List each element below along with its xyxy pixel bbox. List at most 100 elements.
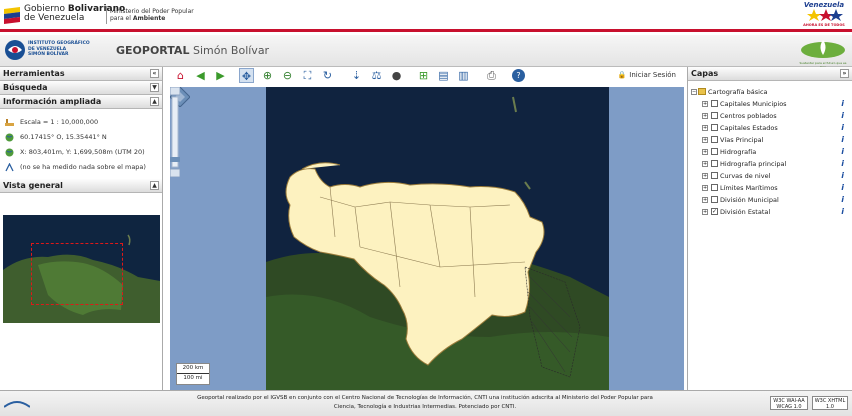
title-bold: GEOPORTAL xyxy=(116,44,190,57)
login-link[interactable]: 🔒 Iniciar Sesión xyxy=(618,71,676,79)
layer-info-icon[interactable]: i xyxy=(841,146,844,158)
add-layer-icon[interactable]: ⊞ xyxy=(416,68,431,83)
layer-checkbox[interactable] xyxy=(711,172,718,179)
expand-icon[interactable]: + xyxy=(702,161,708,167)
info-toggle-button[interactable]: ▲ xyxy=(150,97,159,106)
help-icon[interactable]: ? xyxy=(512,69,525,82)
layer-item[interactable]: + Curvas de nivel i xyxy=(688,170,852,182)
layer-item[interactable]: + Hidrografía i xyxy=(688,146,852,158)
search-header[interactable]: Búsqueda ▼ xyxy=(0,81,162,95)
layer-group-root[interactable]: − Cartografía básica xyxy=(688,86,852,98)
overview-toggle-button[interactable]: ▲ xyxy=(150,181,159,190)
home-icon[interactable]: ⌂ xyxy=(173,68,188,83)
expand-icon[interactable]: + xyxy=(702,149,708,155)
collapse-icon[interactable]: − xyxy=(691,89,697,95)
layer-checkbox[interactable] xyxy=(711,112,718,119)
portal-header: INSTITUTO GEOGRÁFICO DE VENEZUELA SIMÓN … xyxy=(0,35,852,69)
pan-icon[interactable]: ✥ xyxy=(239,68,254,83)
layers-header[interactable]: Capas » xyxy=(688,67,852,81)
venezuela-flag-icon xyxy=(4,7,20,24)
utm-coords-row: X: 803,401m, Y: 1,699,508m (UTM 20) xyxy=(0,145,162,160)
layer-checkbox[interactable] xyxy=(711,100,718,107)
layer-label: Hidrografía principal xyxy=(720,160,787,168)
open-folder-icon[interactable]: ▤ xyxy=(436,68,451,83)
scale-text: Escala = 1 : 10,000,000 xyxy=(20,118,99,126)
expand-icon[interactable]: + xyxy=(702,113,708,119)
info-title: Información ampliada xyxy=(3,97,102,106)
zoom-slider[interactable] xyxy=(170,87,180,177)
wcag-badge[interactable]: W3C WAI-AA WCAG 1.0 xyxy=(770,396,808,410)
forward-arrow-icon[interactable]: ▶ xyxy=(213,68,228,83)
expand-icon[interactable]: + xyxy=(702,185,708,191)
expand-icon[interactable]: + xyxy=(702,125,708,131)
layer-info-icon[interactable]: i xyxy=(841,206,844,218)
layer-info-icon[interactable]: i xyxy=(841,170,844,182)
layer-label: División Municipal xyxy=(720,196,779,204)
layer-checkbox[interactable] xyxy=(711,136,718,143)
layers-panel: Capas » − Cartografía básica + Capitales … xyxy=(687,67,852,390)
eco-logo: Sustentar para el futuro que es hoy xyxy=(798,37,848,69)
measure-icon[interactable]: ⚖ xyxy=(369,68,384,83)
expand-icon[interactable]: + xyxy=(702,173,708,179)
info-header[interactable]: Información ampliada ▲ xyxy=(0,95,162,109)
government-bar: Gobierno Bolivariano de Venezuela Minist… xyxy=(0,0,852,32)
select-icon[interactable]: ⇣ xyxy=(349,68,364,83)
layer-item[interactable]: + División Municipal i xyxy=(688,194,852,206)
expand-icon[interactable]: + xyxy=(702,101,708,107)
expand-icon[interactable]: + xyxy=(702,197,708,203)
info-icon[interactable]: ● xyxy=(389,68,404,83)
back-arrow-icon[interactable]: ◀ xyxy=(193,68,208,83)
expand-icon[interactable]: + xyxy=(702,137,708,143)
layer-label: División Estatal xyxy=(720,208,771,216)
overview-header[interactable]: Vista general ▲ xyxy=(0,179,162,193)
badge-text: Venezuela xyxy=(803,1,845,9)
layer-checkbox[interactable]: ✓ xyxy=(711,208,718,215)
overview-map[interactable] xyxy=(3,215,160,323)
institute-line1: INSTITUTO GEOGRÁFICO xyxy=(28,41,90,46)
overview-extent-rect[interactable] xyxy=(31,243,123,305)
layer-label: Límites Marítimos xyxy=(720,184,778,192)
layer-checkbox[interactable] xyxy=(711,160,718,167)
ministry-line2-bold: Ambiente xyxy=(132,15,166,22)
left-panel: Herramientas « Búsqueda ▼ Información am… xyxy=(0,67,163,390)
zoom-extent-icon[interactable]: ⛶ xyxy=(300,68,315,83)
layer-checkbox[interactable] xyxy=(711,124,718,131)
layer-item[interactable]: + Centros poblados i xyxy=(688,110,852,122)
layers-title: Capas xyxy=(691,69,719,78)
zoom-out-icon[interactable]: ⊖ xyxy=(280,68,295,83)
expand-panel-button[interactable]: » xyxy=(840,69,849,78)
document-icon[interactable]: ▥ xyxy=(456,68,471,83)
layer-info-icon[interactable]: i xyxy=(841,158,844,170)
utm-coords-text: X: 803,401m, Y: 1,699,508m (UTM 20) xyxy=(20,148,145,156)
layer-info-icon[interactable]: i xyxy=(841,122,844,134)
layer-label: Vías Principal xyxy=(720,136,764,144)
layer-info-icon[interactable]: i xyxy=(841,194,844,206)
layer-list: + Capitales Municipios i + Centros poblados i… xyxy=(688,98,852,218)
layer-info-icon[interactable]: i xyxy=(841,110,844,122)
layer-item[interactable]: + Capitales Municipios i xyxy=(688,98,852,110)
layer-info-icon[interactable]: i xyxy=(841,182,844,194)
layer-item[interactable]: + ✓ División Estatal i xyxy=(688,206,852,218)
layer-info-icon[interactable]: i xyxy=(841,134,844,146)
layer-item[interactable]: + Vías Principal i xyxy=(688,134,852,146)
layer-checkbox[interactable] xyxy=(711,184,718,191)
lock-icon: 🔒 xyxy=(617,71,627,79)
layer-item[interactable]: + Límites Marítimos i xyxy=(688,182,852,194)
zoom-in-icon[interactable]: ⊕ xyxy=(260,68,275,83)
layer-checkbox[interactable] xyxy=(711,148,718,155)
tools-header[interactable]: Herramientas « xyxy=(0,67,162,81)
expand-icon[interactable]: + xyxy=(702,209,708,215)
layer-item[interactable]: + Capitales Estados i xyxy=(688,122,852,134)
login-label: Iniciar Sesión xyxy=(629,71,676,79)
search-toggle-button[interactable]: ▼ xyxy=(150,83,159,92)
leaf-logo-icon xyxy=(801,40,845,58)
measure-icon xyxy=(5,163,14,172)
print-icon[interactable]: ⎙ xyxy=(484,68,499,83)
layer-info-icon[interactable]: i xyxy=(841,98,844,110)
main-map[interactable]: 200 km 100 mi xyxy=(170,87,684,390)
layer-item[interactable]: + Hidrografía principal i xyxy=(688,158,852,170)
collapse-panel-button[interactable]: « xyxy=(150,69,159,78)
xhtml-badge[interactable]: W3C XHTML 1.0 xyxy=(812,396,848,410)
layer-checkbox[interactable] xyxy=(711,196,718,203)
refresh-icon[interactable]: ↻ xyxy=(320,68,335,83)
